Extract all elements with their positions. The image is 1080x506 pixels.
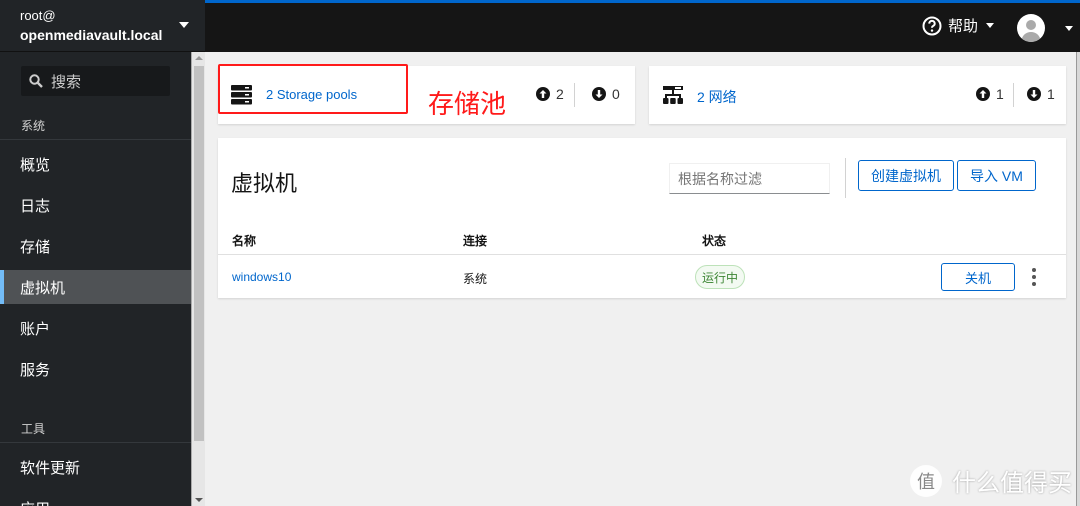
networks-link[interactable]: 2 网络 xyxy=(697,87,737,107)
status-badge: 运行中 xyxy=(695,265,746,289)
sidebar-item-virtual-machines[interactable]: 虚拟机 xyxy=(0,270,191,304)
watermark: 值 什么值得买 xyxy=(910,463,1072,498)
annotation-label: 存储池 xyxy=(428,89,507,119)
vm-connection: 系统 xyxy=(463,272,488,286)
sidebar-item-accounts[interactable]: 账户 xyxy=(0,311,191,345)
vm-name-link[interactable]: windows10 xyxy=(232,270,291,284)
divider xyxy=(1013,83,1014,107)
network-down-count: 1 xyxy=(1047,86,1055,102)
sidebar-item-software-updates[interactable]: 软件更新 xyxy=(0,450,191,484)
storage-pools-active: 2 xyxy=(536,86,564,102)
column-header-name[interactable]: 名称 xyxy=(232,232,256,249)
toolbar-divider xyxy=(845,158,846,198)
networks-inactive: 1 xyxy=(1027,86,1055,102)
host-user: root@ xyxy=(20,8,56,23)
main-scrollbar[interactable] xyxy=(1076,52,1080,506)
column-header-state[interactable]: 状态 xyxy=(702,232,726,249)
create-vm-button[interactable]: 创建虚拟机 xyxy=(858,160,954,191)
divider xyxy=(0,139,191,140)
column-header-connection[interactable]: 连接 xyxy=(463,232,487,249)
search-icon xyxy=(29,74,43,88)
host-name: openmediavault.local xyxy=(20,27,163,43)
help-menu-button[interactable]: 帮助 xyxy=(922,15,995,36)
networks-card: 2 网络 1 1 xyxy=(649,66,1066,124)
kebab-menu-icon[interactable] xyxy=(1030,268,1038,286)
help-icon xyxy=(922,16,942,35)
divider xyxy=(574,83,575,107)
divider xyxy=(218,254,1066,255)
sidebar-scrollbar[interactable] xyxy=(191,52,205,506)
caret-down-icon[interactable] xyxy=(1065,26,1073,31)
import-vm-button[interactable]: 导入 VM xyxy=(957,160,1036,191)
divider xyxy=(0,442,191,443)
sidebar-item-overview[interactable]: 概览 xyxy=(0,147,191,181)
annotation-highlight-box xyxy=(218,64,408,114)
sidebar-item-services[interactable]: 服务 xyxy=(0,352,191,386)
virtual-machines-card: 虚拟机 创建虚拟机 导入 VM 名称 连接 状态 windows10 系统 运行… xyxy=(218,138,1066,298)
arrow-circle-up-icon xyxy=(536,87,550,101)
sidebar-item-logs[interactable]: 日志 xyxy=(0,188,191,222)
scroll-up-arrow-icon[interactable] xyxy=(195,56,203,60)
help-label: 帮助 xyxy=(948,18,979,35)
networks-active: 1 xyxy=(976,86,1004,102)
search-input[interactable]: 搜索 xyxy=(21,66,170,96)
filter-by-name-input[interactable] xyxy=(669,163,830,194)
user-avatar[interactable] xyxy=(1017,14,1045,42)
shutdown-button[interactable]: 关机 xyxy=(941,263,1015,291)
watermark-text: 什么值得买 xyxy=(952,470,1072,497)
page-title: 虚拟机 xyxy=(231,171,298,196)
storage-down-count: 0 xyxy=(612,86,620,102)
network-up-count: 1 xyxy=(996,86,1004,102)
arrow-circle-down-icon xyxy=(1027,87,1041,101)
search-placeholder: 搜索 xyxy=(51,73,82,91)
watermark-logo-icon: 值 xyxy=(910,464,942,497)
storage-pools-inactive: 0 xyxy=(592,86,620,102)
sidebar: 搜索 系统 概览 日志 存储 虚拟机 账户 服务 工具 软件更新 应用 xyxy=(0,0,191,506)
storage-up-count: 2 xyxy=(556,86,564,102)
arrow-circle-down-icon xyxy=(592,87,606,101)
section-label-tools: 工具 xyxy=(21,422,46,436)
sidebar-item-storage[interactable]: 存储 xyxy=(0,229,191,263)
topbar: 帮助 xyxy=(205,0,1080,52)
sidebar-item-applications[interactable]: 应用 xyxy=(0,491,191,506)
network-icon xyxy=(663,86,683,104)
section-label-system: 系统 xyxy=(21,119,46,133)
caret-down-icon xyxy=(179,22,189,28)
caret-down-icon xyxy=(986,23,995,28)
host-switcher[interactable]: root@ openmediavault.local xyxy=(0,0,205,52)
arrow-circle-up-icon xyxy=(976,87,990,101)
user-icon xyxy=(1021,20,1041,42)
scrollbar-thumb[interactable] xyxy=(194,66,204,441)
scroll-down-arrow-icon[interactable] xyxy=(195,498,203,502)
